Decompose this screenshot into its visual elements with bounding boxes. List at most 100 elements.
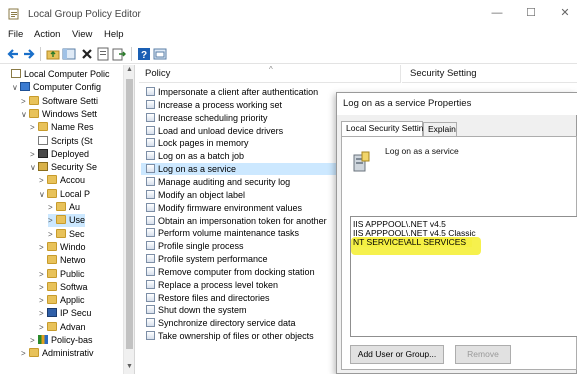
up-folder-icon[interactable] — [46, 47, 60, 61]
tree-node[interactable]: > Software Setti — [21, 95, 98, 108]
chevron-down-icon[interactable]: ∨ — [12, 81, 20, 94]
printer-icon — [38, 148, 48, 158]
policy-row[interactable]: Modify firmware environment values — [141, 202, 337, 214]
chevron-right-icon[interactable]: > — [48, 228, 56, 241]
chevron-right-icon[interactable]: > — [30, 148, 38, 161]
show-hide-tree-icon[interactable] — [62, 47, 76, 61]
chevron-right-icon[interactable]: > — [30, 334, 38, 347]
policy-row[interactable]: Restore files and directories — [141, 292, 337, 304]
scroll-down-icon[interactable]: ▼ — [125, 363, 134, 370]
tree-node[interactable]: > Windo — [39, 241, 86, 254]
folder-icon — [47, 295, 57, 305]
maximize-button[interactable]: ☐ — [524, 6, 538, 20]
policy-row[interactable]: Synchronize directory service data — [141, 317, 337, 329]
policy-row[interactable]: Increase a process working set — [141, 99, 337, 111]
tree-node[interactable]: > Softwa — [39, 281, 88, 294]
tree-node-label: Sec — [69, 228, 85, 239]
policy-row[interactable]: Increase scheduling priority — [141, 112, 337, 124]
minimize-button[interactable]: — — [490, 6, 504, 20]
policy-row[interactable]: Log on as a service — [141, 163, 337, 176]
chevron-right-icon[interactable]: > — [39, 174, 47, 187]
chevron-right-icon[interactable]: > — [30, 121, 38, 134]
policy-row-label: Log on as a service — [158, 164, 237, 175]
tree-node[interactable]: ∨ Windows Sett — [21, 108, 97, 121]
chevron-right-icon[interactable]: > — [21, 347, 29, 360]
menu-help[interactable]: Help — [104, 29, 124, 40]
tab-local-security-setting[interactable]: Local Security Setting — [341, 121, 428, 136]
tree-scrollbar[interactable]: ▲ ▼ — [123, 65, 134, 374]
properties-icon[interactable] — [96, 47, 110, 61]
policy-row[interactable]: Profile single process — [141, 240, 337, 252]
tree-node[interactable]: > Name Res — [30, 121, 94, 134]
folder-icon — [47, 188, 57, 198]
policy-row[interactable]: Load and unload device drivers — [141, 125, 337, 137]
policy-row[interactable]: Lock pages in memory — [141, 137, 337, 149]
tree-node[interactable]: > Au — [48, 201, 80, 214]
chevron-right-icon[interactable]: > — [39, 307, 47, 320]
tree-node[interactable]: > Deployed — [30, 148, 89, 161]
menu-action[interactable]: Action — [34, 29, 60, 40]
chevron-down-icon[interactable]: ∨ — [30, 161, 38, 174]
menu-file[interactable]: File — [8, 29, 23, 40]
tree-node[interactable]: > Sec — [48, 228, 85, 241]
tree-node[interactable]: ∨ Local P — [39, 188, 90, 201]
add-user-or-group-button[interactable]: Add User or Group... — [350, 345, 444, 364]
tree-node[interactable]: > Advan — [39, 321, 86, 334]
policy-row[interactable]: Replace a process level token — [141, 279, 337, 291]
tree-node[interactable]: > Policy-bas — [30, 334, 93, 347]
policy-row[interactable]: Modify an object label — [141, 189, 337, 201]
remove-label: Remove — [467, 349, 499, 359]
tree-node[interactable]: > Public — [39, 268, 85, 281]
policy-row[interactable]: Log on as a batch job — [141, 150, 337, 162]
chevron-right-icon[interactable]: > — [21, 95, 29, 108]
delete-icon[interactable] — [80, 47, 94, 61]
tree-node[interactable]: > Accou — [39, 174, 85, 187]
forward-arrow-icon[interactable] — [22, 47, 36, 61]
tab-explain[interactable]: Explain — [423, 122, 457, 136]
policy-row[interactable]: Manage auditing and security log — [141, 176, 337, 188]
help-icon[interactable]: ? — [137, 47, 151, 61]
policy-row[interactable]: Obtain an impersonation token for anothe… — [141, 215, 337, 227]
policy-row[interactable]: Shut down the system — [141, 304, 337, 316]
title-bar: Local Group Policy Editor — ☐ ✕ — [0, 0, 577, 28]
back-arrow-icon[interactable] — [6, 47, 20, 61]
chevron-right-icon[interactable]: > — [39, 321, 47, 334]
tree-node[interactable]: > Administrativ — [21, 347, 94, 360]
folder-icon — [38, 122, 48, 132]
tree-node[interactable]: Local Computer Polic — [3, 68, 110, 81]
tree-node[interactable]: Scripts (St — [30, 135, 93, 148]
chevron-right-icon[interactable]: > — [39, 294, 47, 307]
tree-node[interactable]: > Use — [48, 214, 86, 228]
tree-node-label: Softwa — [60, 281, 88, 292]
policy-row-label: Impersonate a client after authenticatio… — [158, 87, 319, 97]
column-header-security-setting[interactable]: Security Setting — [402, 65, 577, 83]
scroll-thumb[interactable] — [126, 79, 133, 349]
tree-node[interactable]: ∨ Computer Config — [12, 81, 101, 94]
tree-node[interactable]: > Applic — [39, 294, 85, 307]
tree-node[interactable]: > IP Secu — [39, 307, 91, 320]
account-entry[interactable]: NT SERVICE\ALL SERVICES — [353, 238, 473, 247]
chevron-right-icon[interactable]: > — [48, 214, 56, 227]
tree-node[interactable]: ∨ Security Se — [30, 161, 97, 174]
chevron-right-icon[interactable]: > — [39, 268, 47, 281]
menu-view[interactable]: View — [72, 29, 92, 40]
tree-node[interactable]: Netwo — [39, 254, 86, 267]
chevron-right-icon[interactable]: > — [39, 281, 47, 294]
chevron-down-icon[interactable]: ∨ — [21, 108, 29, 121]
scroll-up-icon[interactable]: ▲ — [125, 66, 134, 73]
policy-row[interactable]: Remove computer from docking station — [141, 266, 337, 278]
column-header-policy[interactable]: Policy ^ — [139, 65, 401, 83]
chevron-right-icon[interactable]: > — [39, 241, 47, 254]
close-button[interactable]: ✕ — [558, 6, 572, 20]
export-list-icon[interactable] — [112, 47, 126, 61]
tab-panel-local-security: Log on as a service IIS APPPOOL\.NET v4.… — [341, 136, 577, 370]
policy-row[interactable]: Profile system performance — [141, 253, 337, 265]
policy-row[interactable]: Take ownership of files or other objects — [141, 330, 337, 342]
policy-row[interactable]: Impersonate a client after authenticatio… — [141, 86, 337, 98]
chevron-down-icon[interactable]: ∨ — [39, 188, 47, 201]
account-list[interactable]: IIS APPPOOL\.NET v4.5 IIS APPPOOL\.NET v4… — [350, 216, 577, 337]
show-console-icon[interactable] — [153, 47, 167, 61]
policy-row[interactable]: Perform volume maintenance tasks — [141, 227, 337, 239]
chevron-right-icon[interactable]: > — [48, 201, 56, 214]
policy-icon — [146, 305, 155, 315]
